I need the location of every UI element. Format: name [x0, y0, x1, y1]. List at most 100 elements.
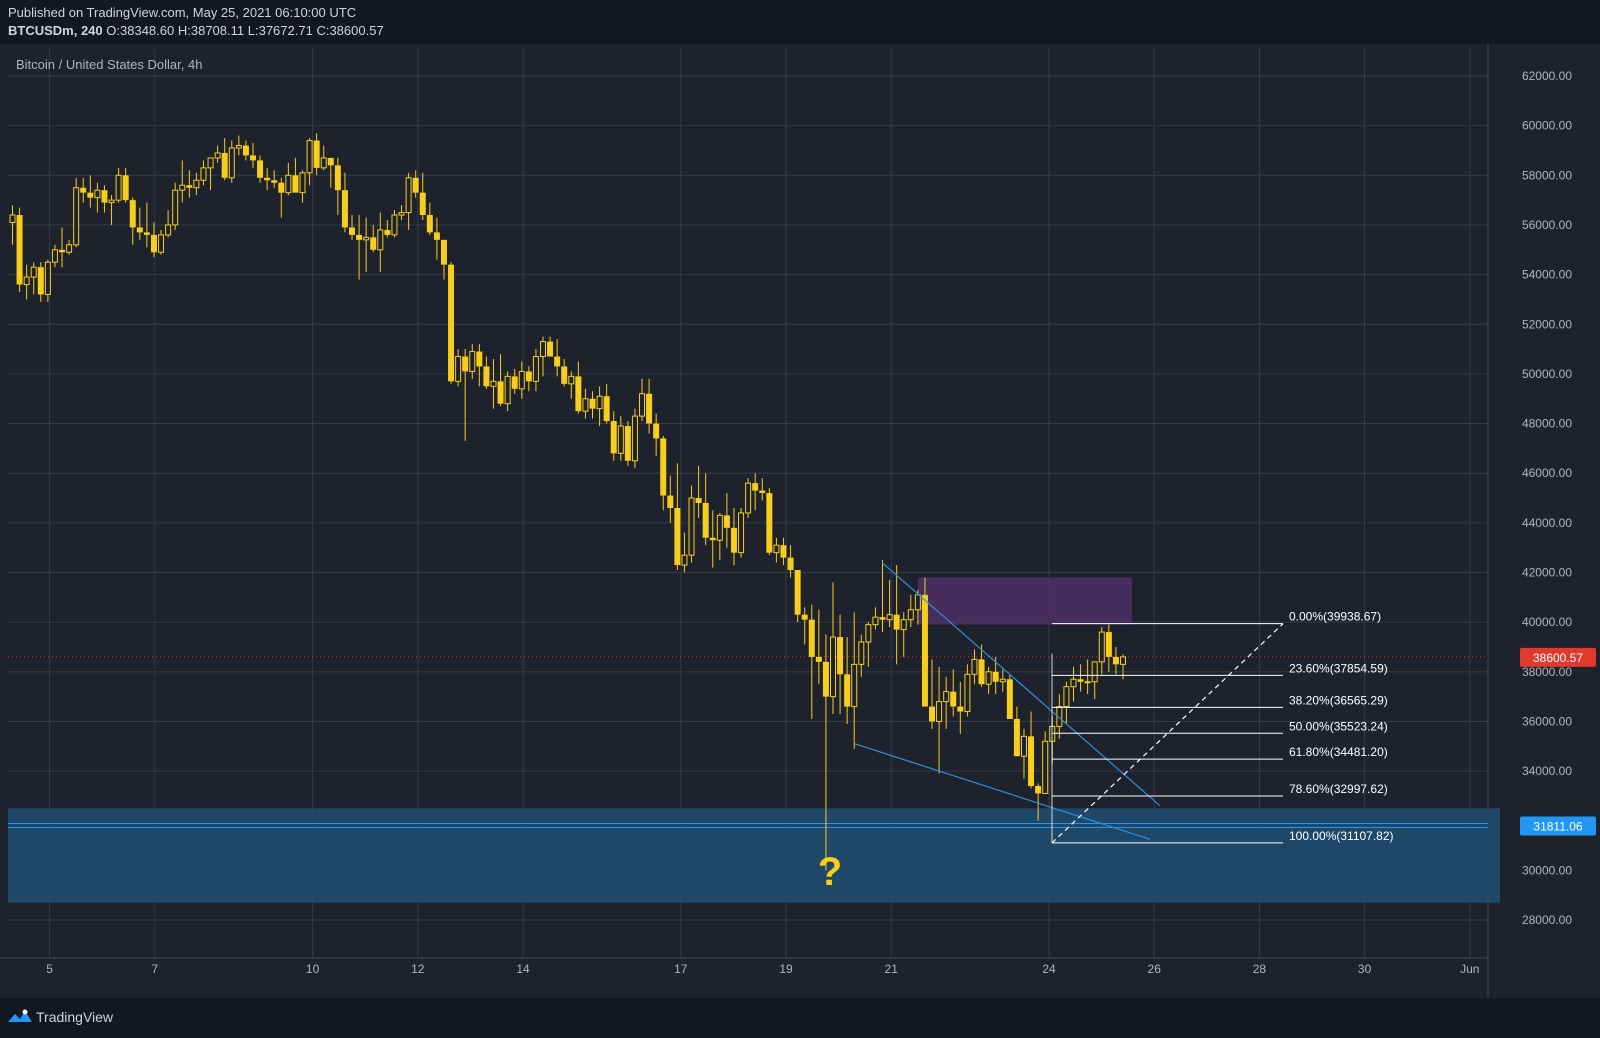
symbol-label: BTCUSDm, 240 [8, 23, 103, 38]
x-tick-label: Jun [1460, 962, 1479, 976]
candle-body-up [9, 214, 16, 223]
candle-body-down [759, 490, 766, 494]
candle-body-down [1077, 679, 1084, 682]
candle-body-up [172, 189, 179, 226]
candle-body-down [483, 366, 490, 387]
candle-body-down [313, 140, 320, 168]
candle-body-down [766, 493, 773, 553]
price-chart[interactable]: 62000.00 60000.00 58000.00 56000.00 54000.00… [0, 44, 1600, 998]
candle-body-down [822, 661, 829, 697]
candle-body-down [497, 381, 504, 404]
candle-body-up [73, 187, 80, 246]
candle-body-up [568, 375, 575, 385]
y-tick-label: 38000.00 [1522, 665, 1572, 679]
fib-level-label: 38.20%(36565.29) [1289, 693, 1388, 707]
candle-body-up [285, 174, 292, 194]
candle-body-down [893, 614, 900, 630]
y-tick-label: 36000.00 [1522, 714, 1572, 728]
candle-body-down [101, 190, 108, 203]
candle-body-up [23, 276, 30, 286]
candle-body-down [950, 691, 957, 707]
chart-footer: TradingView [0, 998, 1600, 1038]
candle-body-down [264, 177, 271, 181]
candle-body-up [299, 172, 306, 194]
candle-body-down [122, 175, 129, 201]
candle-body-down [660, 438, 667, 496]
tradingview-brand[interactable]: TradingView [36, 1009, 113, 1025]
open-label: O: [106, 23, 120, 38]
candle-body-down [554, 356, 561, 367]
open-value: 38348.60 [120, 23, 175, 38]
candle-body-down [815, 656, 822, 662]
candle-body-down [419, 192, 426, 216]
candle-body-up [469, 351, 476, 372]
candle-body-down [709, 537, 716, 541]
candle-body-up [207, 157, 214, 169]
candle-body-up [94, 189, 101, 199]
candle-body-down [603, 396, 610, 422]
high-value: 38708.11 [190, 23, 245, 38]
candle-body-down [462, 356, 469, 372]
candle-body-up [306, 140, 313, 174]
candle-body-up [200, 167, 207, 181]
candle-body-up [377, 229, 384, 251]
candle-body-up [865, 624, 872, 643]
candle-body-up [44, 261, 51, 295]
candle-body-down [561, 366, 568, 384]
candle-body-up [115, 174, 122, 201]
x-tick-label: 10 [306, 962, 320, 976]
x-tick-label: 14 [516, 962, 530, 976]
x-tick-label: 30 [1358, 962, 1372, 976]
candle-body-down [1013, 718, 1020, 757]
candle-body-down [929, 706, 936, 722]
candle-body-down [844, 674, 851, 707]
candle-body-down [547, 341, 554, 357]
y-tick-label: 50000.00 [1522, 367, 1572, 381]
candle-body-down [957, 706, 964, 712]
candle-body-up [398, 212, 405, 216]
candle-body-down [87, 192, 94, 198]
resistance-zone [918, 577, 1132, 625]
candle-body-down [511, 376, 518, 389]
candle-body-down [292, 175, 299, 193]
x-tick-label: 19 [779, 962, 793, 976]
y-tick-label: 62000.00 [1522, 69, 1572, 83]
candle-body-down [334, 165, 341, 191]
candle-body-up [829, 636, 836, 698]
candle-body-up [108, 199, 115, 204]
candle-body-down [249, 155, 256, 161]
candle-body-down [674, 507, 681, 566]
x-tick-label: 21 [885, 962, 899, 976]
candle-body-down [808, 619, 815, 657]
candle-body-down [610, 421, 617, 454]
candle-body-up [617, 425, 624, 454]
candle-body-down [278, 182, 285, 193]
candle-body-up [1063, 686, 1070, 708]
candle-body-down [695, 498, 702, 503]
y-tick-label: 54000.00 [1522, 268, 1572, 282]
candle-body-up [539, 341, 546, 358]
candle-body-down [186, 185, 193, 188]
y-tick-label: 30000.00 [1522, 863, 1572, 877]
x-tick-label: 5 [46, 962, 53, 976]
low-value: 37672.71 [258, 23, 313, 38]
candle-body-down [837, 637, 844, 675]
ohlc-readout: BTCUSDm, 240 O:38348.60 H:38708.11 L:376… [8, 23, 384, 38]
candle-body-down [433, 232, 440, 240]
published-info: Published on TradingView.com, May 25, 20… [8, 5, 357, 20]
candle-body-down [221, 152, 228, 178]
x-tick-label: 24 [1042, 962, 1056, 976]
candle-body-up [914, 594, 921, 611]
candle-body-up [363, 236, 370, 241]
question-annotation: ? [818, 850, 842, 894]
candle-body-down [787, 557, 794, 571]
x-tick-label: 26 [1148, 962, 1162, 976]
candle-body-up [235, 145, 242, 149]
candle-body-down [129, 200, 136, 228]
candle-body-up [964, 673, 971, 713]
candle-body-down [257, 160, 264, 178]
y-tick-label: 60000.00 [1522, 119, 1572, 133]
candle-body-down [412, 177, 419, 193]
candle-body-up [518, 370, 525, 390]
candle-body-up [455, 356, 462, 382]
